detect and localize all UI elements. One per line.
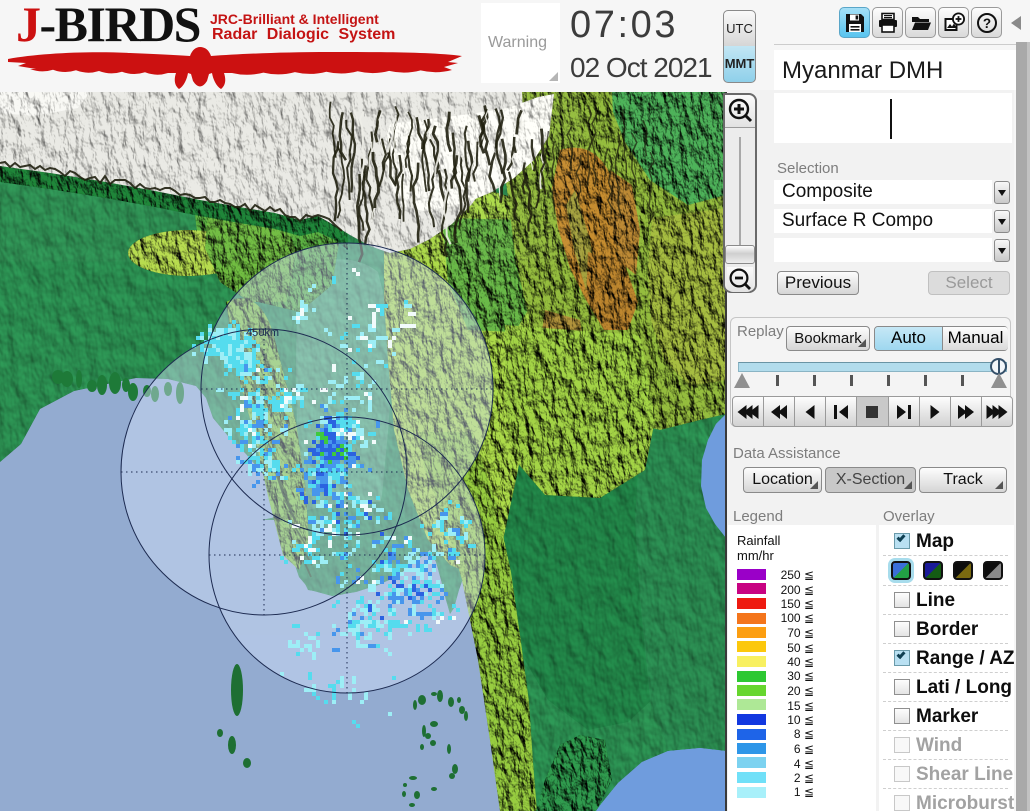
- svg-text:?: ?: [983, 16, 991, 31]
- svg-text:450km: 450km: [246, 327, 279, 339]
